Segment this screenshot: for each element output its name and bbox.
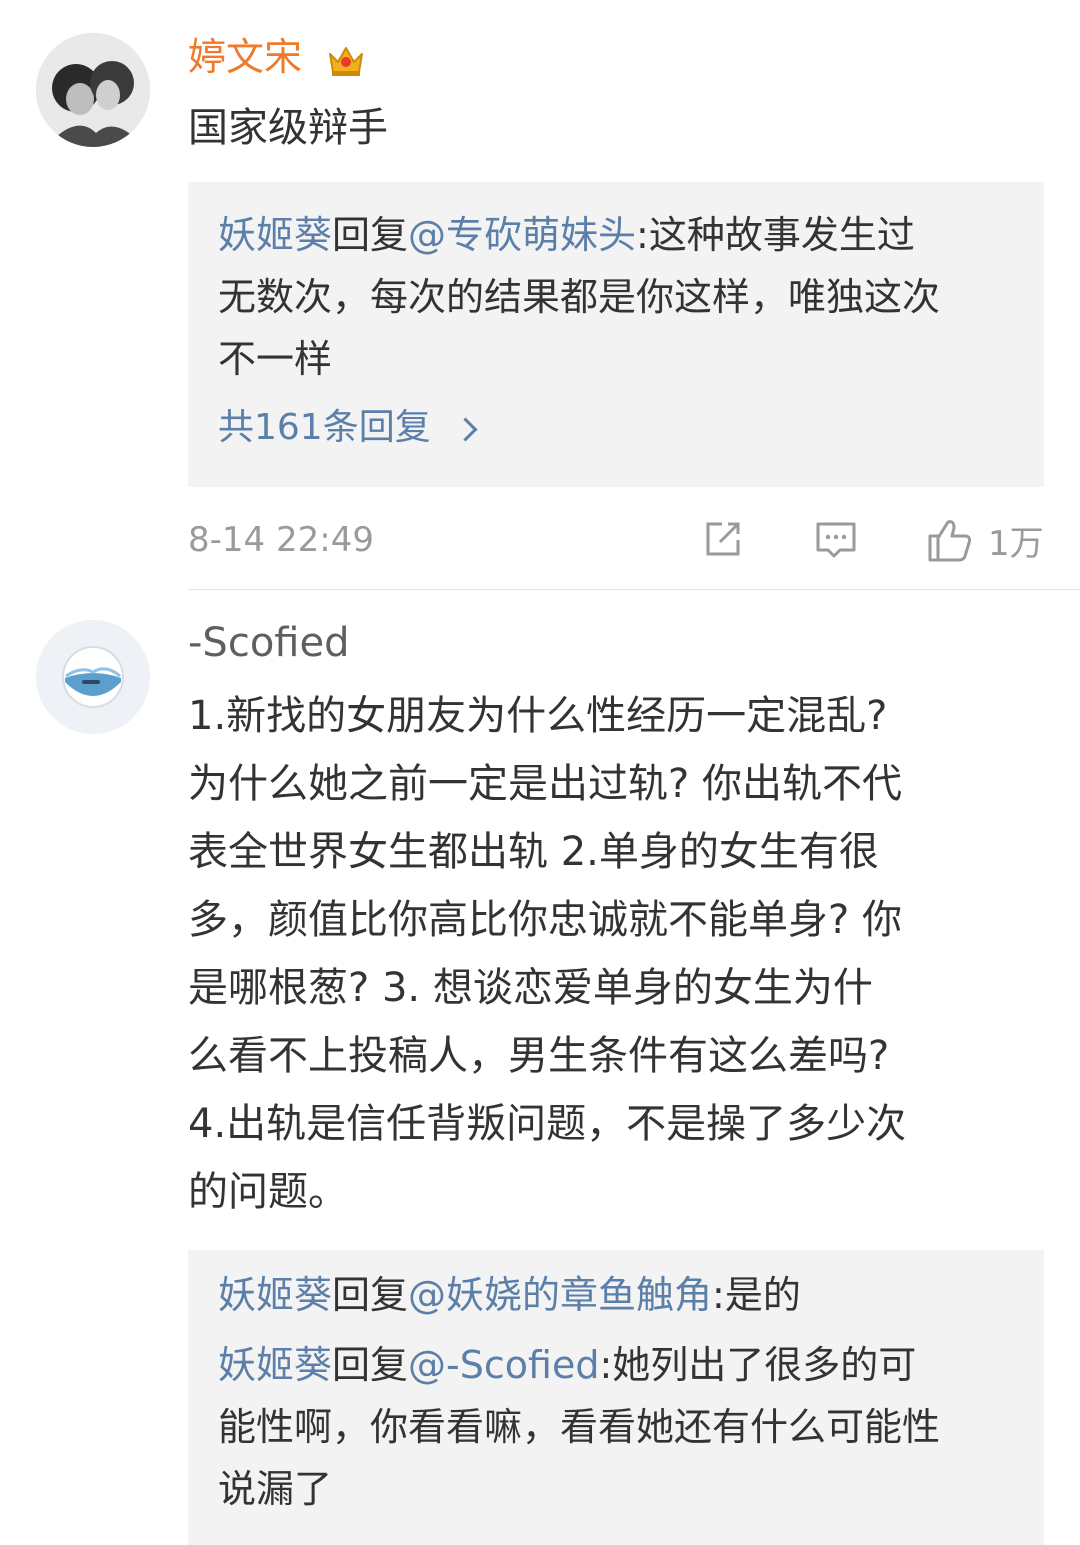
comment-text-line: 的问题。 bbox=[188, 1169, 348, 1215]
like-count: 1万 bbox=[988, 523, 1044, 564]
thumbs-up-icon bbox=[928, 520, 972, 562]
comment-text-line: 4.出轨是信任背叛问题，不是操了多少次 bbox=[188, 1101, 907, 1147]
comment-text-line: 表全世界女生都出轨 2.单身的女生有很 bbox=[188, 829, 879, 875]
comment-text-line: 是哪根葱? 3. 想谈恋爱单身的女生为什 bbox=[188, 965, 873, 1011]
comment-text-line: 1.新找的女朋友为什么性经历一定混乱? bbox=[188, 693, 888, 739]
share-icon bbox=[706, 522, 740, 556]
comment-text-line: 国家级辩手 bbox=[188, 105, 388, 151]
comment-text-line: 为什么她之前一定是出过轨? 你出轨不代 bbox=[188, 761, 902, 807]
avatar-photo bbox=[36, 620, 150, 734]
reply-content: :她列出了很多的可 bbox=[599, 1343, 917, 1387]
comment-item: 婷文宋 国家级辩手 妖姬葵回复@专砍萌妹头:这种故事发生过 无数次，每次的结果都… bbox=[0, 0, 1080, 590]
reply-box[interactable]: 妖姬葵回复@专砍萌妹头:这种故事发生过 无数次，每次的结果都是你这样，唯独这次 … bbox=[188, 182, 1044, 487]
comment-text-line: 多，颜值比你高比你忠诚就不能单身? 你 bbox=[188, 897, 902, 943]
comment-text: 国家级辩手 bbox=[188, 101, 1048, 155]
comment-button[interactable] bbox=[814, 516, 858, 564]
avatar[interactable] bbox=[36, 620, 150, 734]
reply-content: :这种故事发生过 bbox=[636, 213, 915, 257]
username-text[interactable]: 婷文宋 bbox=[188, 35, 302, 79]
avatar-photo bbox=[36, 33, 150, 147]
comment-text-line: 么看不上投稿人，男生条件有这么差吗? bbox=[188, 1033, 890, 1079]
reply-box[interactable]: 妖姬葵回复@妖娆的章鱼触角:是的 妖姬葵回复@-Scofied:她列出了很多的可… bbox=[188, 1250, 1044, 1545]
timestamp: 8-14 22:49 bbox=[188, 520, 374, 560]
comment-icon bbox=[816, 522, 856, 558]
avatar[interactable] bbox=[36, 33, 150, 147]
reply-mention[interactable]: @妖娆的章鱼触角 bbox=[408, 1273, 712, 1317]
reply-content: :是的 bbox=[712, 1273, 801, 1317]
like-button[interactable]: 1万 bbox=[926, 516, 1044, 564]
username-text[interactable]: -Scofied bbox=[188, 620, 349, 666]
reply-mention[interactable]: @-Scofied bbox=[408, 1343, 599, 1387]
reply-verb: 回复 bbox=[332, 213, 409, 257]
reply-author[interactable]: 妖姬葵 bbox=[218, 213, 332, 257]
reply-author[interactable]: 妖姬葵 bbox=[218, 1273, 332, 1317]
reply-item[interactable]: 妖姬葵回复@-Scofied:她列出了很多的可 能性啊，你看看嘛，看看她还有什么… bbox=[218, 1334, 1014, 1520]
reply-verb: 回复 bbox=[332, 1343, 409, 1387]
comment-item: -Scofied 1.新找的女朋友为什么性经历一定混乱? 为什么她之前一定是出过… bbox=[0, 590, 1080, 1545]
username[interactable]: 婷文宋 bbox=[188, 34, 366, 80]
username[interactable]: -Scofied bbox=[188, 620, 349, 666]
more-replies-label[interactable]: 共161条回复 bbox=[218, 398, 431, 458]
comment-text: 1.新找的女朋友为什么性经历一定混乱? 为什么她之前一定是出过轨? 你出轨不代 … bbox=[188, 682, 1048, 1226]
reply-item[interactable]: 妖姬葵回复@妖娆的章鱼触角:是的 bbox=[218, 1264, 1014, 1326]
more-replies-link[interactable]: 共161条回复 bbox=[218, 398, 478, 458]
reply-item[interactable]: 妖姬葵回复@专砍萌妹头:这种故事发生过 无数次，每次的结果都是你这样，唯独这次 … bbox=[218, 204, 1014, 390]
reply-verb: 回复 bbox=[332, 1273, 409, 1317]
chevron-right-icon bbox=[453, 416, 478, 442]
reply-content: 不一样 bbox=[218, 337, 333, 381]
reply-content: 能性啊，你看看嘛，看看她还有什么可能性 bbox=[218, 1405, 941, 1449]
comment-meta: 8-14 22:49 1万 bbox=[188, 510, 1044, 570]
crown-icon bbox=[329, 46, 364, 76]
reply-content: 说漏了 bbox=[218, 1467, 333, 1511]
reply-author[interactable]: 妖姬葵 bbox=[218, 1343, 332, 1387]
share-button[interactable] bbox=[700, 516, 744, 564]
reply-mention[interactable]: @专砍萌妹头 bbox=[408, 213, 636, 257]
reply-content: 无数次，每次的结果都是你这样，唯独这次 bbox=[218, 275, 941, 319]
